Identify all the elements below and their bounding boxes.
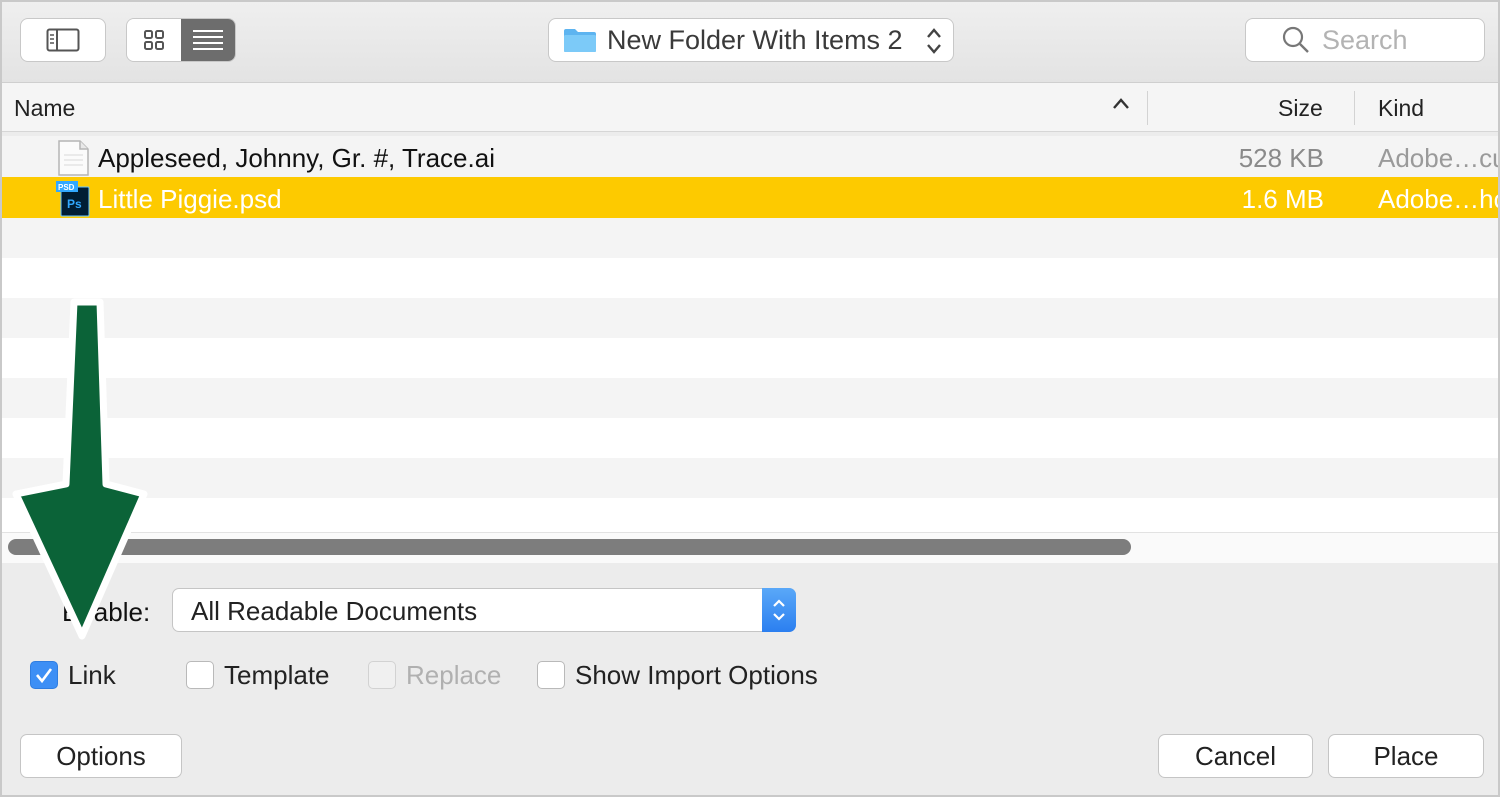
template-checkbox[interactable]: Template (186, 659, 330, 691)
file-kind: Adobe…ho (1378, 184, 1498, 214)
svg-text:PSD: PSD (58, 183, 75, 192)
column-size[interactable]: Size (1278, 95, 1323, 122)
show-import-options-checkbox[interactable]: Show Import Options (537, 659, 818, 691)
list-view-button[interactable] (181, 19, 235, 61)
folder-location-popup[interactable]: New Folder With Items 2 (548, 18, 954, 62)
photoshop-file-icon: Ps PSD (56, 181, 90, 217)
search-icon (1282, 26, 1309, 53)
file-row[interactable]: Appleseed, Johnny, Gr. #, Trace.ai 528 K… (2, 136, 1498, 177)
scrollbar-thumb[interactable] (8, 539, 1131, 555)
document-icon (58, 140, 89, 176)
file-size: 528 KB (1238, 143, 1324, 173)
sidebar-toggle-button[interactable] (20, 18, 106, 62)
empty-row (2, 298, 1498, 339)
list-icon (193, 30, 223, 50)
empty-row (2, 258, 1498, 299)
enable-filter-popup[interactable]: All Readable Documents (172, 588, 796, 632)
cancel-button[interactable]: Cancel (1158, 734, 1313, 778)
up-down-chevron-icon (773, 599, 785, 621)
checkmark-icon (36, 668, 53, 684)
column-divider[interactable] (1147, 91, 1148, 125)
empty-row (2, 498, 1498, 532)
folder-icon (564, 29, 596, 52)
folder-name: New Folder With Items 2 (607, 24, 903, 55)
empty-row (2, 338, 1498, 379)
file-name: Appleseed, Johnny, Gr. #, Trace.ai (98, 143, 495, 173)
checkbox-label: Replace (406, 659, 502, 690)
search-field[interactable]: Search (1245, 18, 1485, 62)
checkbox-box[interactable] (537, 661, 565, 689)
view-mode-control (126, 18, 236, 62)
column-header: Name Size Kind (2, 83, 1498, 132)
column-name[interactable]: Name (14, 95, 75, 122)
icon-view-button[interactable] (127, 19, 181, 61)
toolbar: New Folder With Items 2 Search (2, 2, 1498, 83)
sidebar-icon (46, 28, 80, 52)
column-divider[interactable] (1354, 91, 1355, 125)
svg-text:Ps: Ps (67, 197, 82, 211)
checkbox-box[interactable] (30, 661, 58, 689)
down-arrow-annotation-icon (12, 298, 148, 640)
options-button[interactable]: Options (20, 734, 182, 778)
empty-row (2, 418, 1498, 459)
sort-ascending-icon[interactable] (1112, 97, 1130, 111)
enable-filter-value: All Readable Documents (191, 596, 478, 626)
place-button[interactable]: Place (1328, 734, 1484, 778)
file-list: Appleseed, Johnny, Gr. #, Trace.ai 528 K… (2, 132, 1498, 532)
horizontal-scrollbar[interactable] (2, 532, 1498, 564)
search-placeholder: Search (1322, 24, 1408, 55)
replace-checkbox: Replace (368, 659, 501, 691)
file-name: Little Piggie.psd (98, 184, 282, 214)
empty-row (2, 378, 1498, 419)
column-kind[interactable]: Kind (1378, 95, 1424, 122)
checkbox-box[interactable] (186, 661, 214, 689)
empty-row (2, 458, 1498, 499)
open-file-dialog: New Folder With Items 2 Search Name Size… (0, 0, 1500, 797)
popup-stepper[interactable] (762, 588, 796, 632)
file-size: 1.6 MB (1241, 184, 1324, 214)
file-kind: Adobe…cu (1378, 143, 1498, 173)
checkbox-label: Link (68, 659, 116, 690)
import-options-panel: Enable: All Readable Documents Link Temp… (2, 563, 1498, 795)
grid-icon (144, 30, 164, 50)
link-checkbox[interactable]: Link (30, 659, 116, 691)
up-down-chevron-icon (927, 28, 941, 54)
checkbox-box (368, 661, 396, 689)
checkbox-label: Show Import Options (575, 659, 818, 690)
file-row-selected[interactable]: Ps PSD Little Piggie.psd 1.6 MB Adobe…ho (2, 177, 1498, 218)
checkbox-label: Template (224, 659, 330, 690)
empty-row (2, 218, 1498, 259)
